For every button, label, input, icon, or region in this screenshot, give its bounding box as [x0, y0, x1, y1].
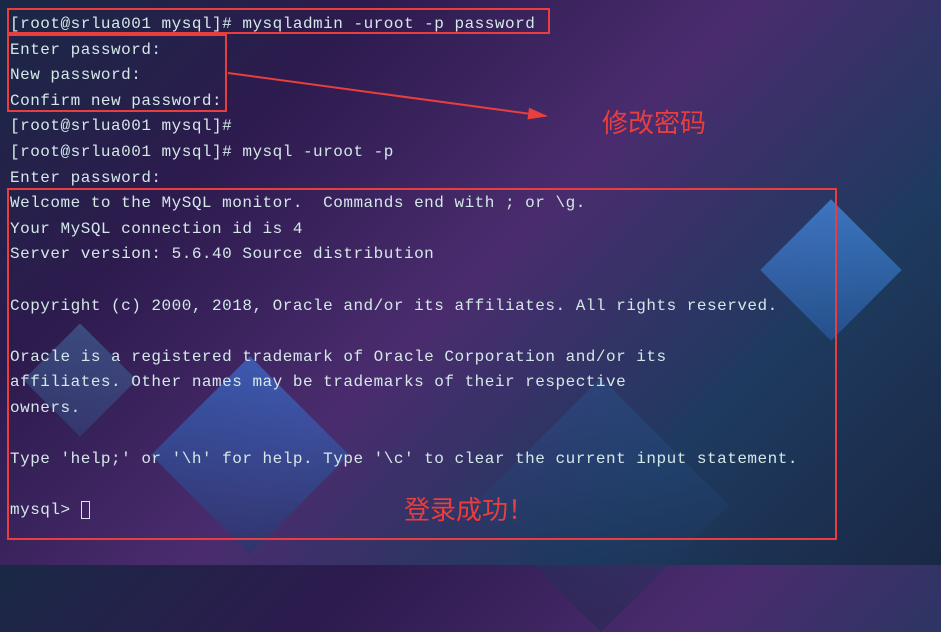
- blank-line: [10, 319, 931, 345]
- prompt-line-3: [root@srlua001 mysql]# mysql -uroot -p: [10, 140, 931, 166]
- arrow-icon: [228, 68, 558, 133]
- command-text: mysqladmin -uroot -p password: [242, 15, 535, 33]
- cursor-icon: [81, 501, 90, 519]
- welcome-line-1: Welcome to the MySQL monitor. Commands e…: [10, 191, 931, 217]
- prompt-line-1: [root@srlua001 mysql]# mysqladmin -uroot…: [10, 12, 931, 38]
- shell-prompt: [root@srlua001 mysql]#: [10, 143, 242, 161]
- copyright-line: Copyright (c) 2000, 2018, Oracle and/or …: [10, 294, 931, 320]
- mysql-prompt: mysql>: [10, 501, 81, 519]
- annotation-login-success: 登录成功！: [404, 490, 534, 527]
- enter-password-line-2: Enter password:: [10, 166, 931, 192]
- welcome-line-2: Your MySQL connection id is 4: [10, 217, 931, 243]
- enter-password-line: Enter password:: [10, 38, 931, 64]
- blank-line: [10, 268, 931, 294]
- trademark-line-1: Oracle is a registered trademark of Orac…: [10, 345, 931, 371]
- trademark-line-3: owners.: [10, 396, 931, 422]
- help-line: Type 'help;' or '\h' for help. Type '\c'…: [10, 447, 931, 473]
- shell-prompt: [root@srlua001 mysql]#: [10, 15, 242, 33]
- blank-line: [10, 422, 931, 448]
- welcome-line-3: Server version: 5.6.40 Source distributi…: [10, 242, 931, 268]
- annotation-change-password: 修改密码: [602, 103, 706, 140]
- command-text: mysql -uroot -p: [242, 143, 394, 161]
- trademark-line-2: affiliates. Other names may be trademark…: [10, 370, 931, 396]
